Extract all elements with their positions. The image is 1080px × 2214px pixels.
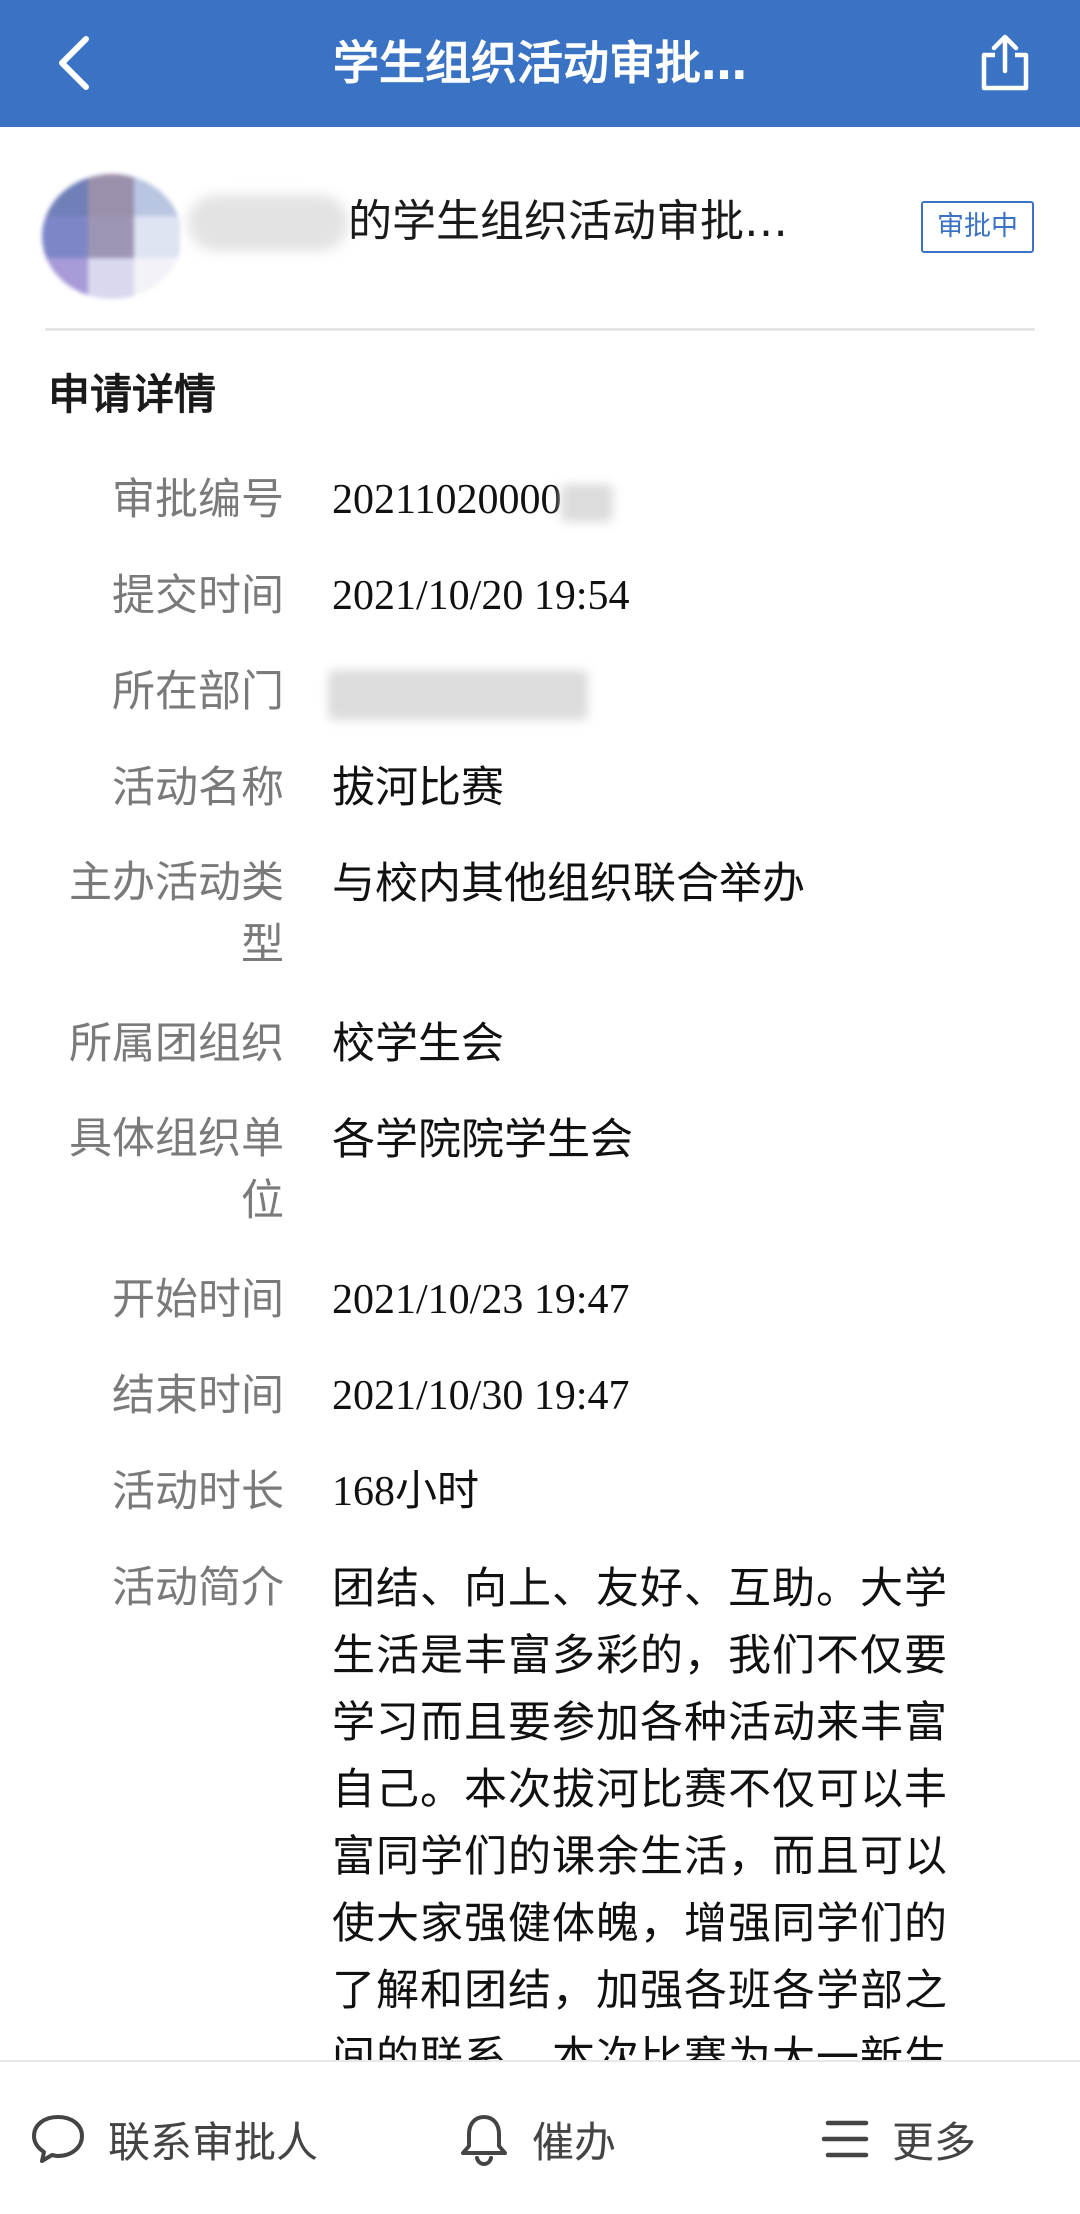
menu-icon <box>821 2120 869 2158</box>
avatar <box>42 174 182 299</box>
bell-icon <box>461 2115 507 2167</box>
status-badge: 审批中 <box>921 201 1034 253</box>
approval-title: 的学生组织活动审批… <box>348 196 788 247</box>
bottom-action-bar: 联系审批人 催办 更多 <box>0 2060 1080 2214</box>
detail-value: 2021/10/30 19:47 <box>332 1373 630 1419</box>
detail-label-line2: 型 <box>241 920 284 970</box>
detail-label: 审批编号 <box>112 475 284 525</box>
share-icon <box>981 34 1029 91</box>
detail-label-line1: 具体组织单 <box>69 1114 284 1164</box>
detail-value <box>328 660 1012 724</box>
detail-label: 开始时间 <box>112 1275 284 1325</box>
description-line: 了解和团结，加强各班各学部之 <box>332 1966 948 2016</box>
divider <box>45 328 1035 331</box>
more-label: 更多 <box>892 2117 977 2167</box>
top-bar: 学生组织活动审批… <box>0 0 1080 127</box>
detail-label: 所属团组织 <box>69 1019 284 1069</box>
chevron-left-icon <box>59 36 89 90</box>
more-button[interactable]: 更多 <box>820 2062 976 2214</box>
detail-value: 168小时 <box>332 1469 480 1515</box>
description-line: 富同学们的课余生活，而且可以 <box>332 1832 948 1882</box>
redacted-block <box>561 484 614 523</box>
back-button[interactable] <box>30 18 120 108</box>
detail-label-line1: 主办活动类 <box>69 858 284 908</box>
detail-value: 各学院院学生会 <box>332 1115 633 1165</box>
detail-label: 结束时间 <box>112 1371 284 1421</box>
description-line: 学习而且要参加各种活动来丰富 <box>332 1698 948 1748</box>
description-line: 自己。本次拔河比赛不仅可以丰 <box>332 1765 948 1815</box>
approval-number: 20211020000 <box>332 477 562 523</box>
detail-label-line2: 位 <box>241 1176 284 1226</box>
detail-label: 活动简介 <box>112 1563 284 1613</box>
chat-bubble-icon <box>32 2115 84 2163</box>
contact-approver-label: 联系审批人 <box>108 2117 319 2167</box>
description-line: 使大家强健体魄，增强同学们的 <box>332 1899 948 1949</box>
detail-value: 与校内其他组织联合举办 <box>332 859 805 909</box>
detail-value: 校学生会 <box>332 1019 504 1069</box>
approval-detail-screen: 学生组织活动审批… 的学生组织活动审批… 审批中 申请详情 审批编号 20211… <box>0 0 1080 2214</box>
detail-label: 提交时间 <box>112 571 284 621</box>
redacted-block <box>328 669 588 720</box>
activity-description: 团结、向上、友好、互助。大学 生活是丰富多彩的，我们不仅要 学习而且要参加各种活… <box>332 1556 1012 2092</box>
detail-label: 活动名称 <box>112 763 284 813</box>
description-line: 团结、向上、友好、互助。大学 <box>332 1564 948 1614</box>
description-line: 生活是丰富多彩的，我们不仅要 <box>332 1631 948 1681</box>
detail-value: 拔河比赛 <box>332 763 504 813</box>
share-button[interactable] <box>960 18 1050 108</box>
detail-value: 2021/10/23 19:47 <box>332 1277 630 1323</box>
detail-label: 具体组织单 位 <box>40 1108 284 1232</box>
detail-label: 主办活动类 型 <box>40 852 284 976</box>
page-title: 学生组织活动审批… <box>333 36 747 90</box>
urge-label: 催办 <box>532 2117 617 2167</box>
detail-value: 20211020000 <box>332 468 1012 532</box>
approval-header: 的学生组织活动审批… 审批中 <box>0 127 1080 330</box>
applicant-name-redacted <box>188 195 348 251</box>
detail-label: 所在部门 <box>112 667 284 717</box>
detail-value: 2021/10/20 19:54 <box>332 573 630 619</box>
urge-button[interactable]: 催办 <box>458 2062 616 2214</box>
contact-approver-button[interactable]: 联系审批人 <box>30 2062 318 2214</box>
detail-label: 活动时长 <box>112 1467 284 1517</box>
section-title: 申请详情 <box>48 370 217 419</box>
